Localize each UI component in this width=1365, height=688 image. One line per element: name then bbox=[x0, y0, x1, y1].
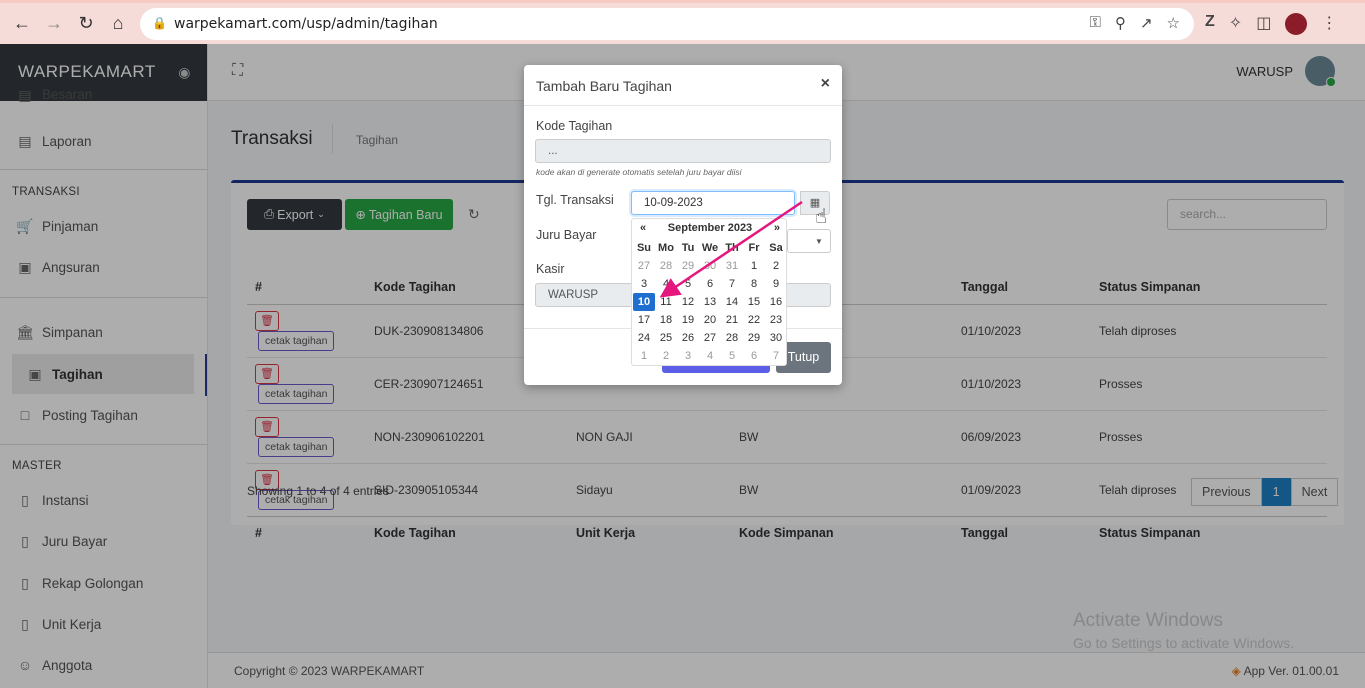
home-icon[interactable]: ⌂ bbox=[106, 11, 130, 35]
sidepanel-icon[interactable]: ◫ bbox=[1256, 13, 1271, 35]
close-icon[interactable]: × bbox=[821, 75, 830, 93]
calendar-day[interactable]: 1 bbox=[633, 347, 655, 365]
calendar-day[interactable]: 20 bbox=[699, 311, 721, 329]
kode-help-text: kode akan di generate otomatis setelah j… bbox=[536, 167, 742, 177]
kode-tagihan-input[interactable]: ... bbox=[535, 139, 831, 163]
calendar-day[interactable]: 5 bbox=[721, 347, 743, 365]
back-icon[interactable]: ← bbox=[10, 11, 34, 35]
calendar-day[interactable]: 28 bbox=[721, 329, 743, 347]
juru-bayar-label: Juru Bayar bbox=[536, 228, 597, 242]
calendar-day[interactable]: 29 bbox=[743, 329, 765, 347]
calendar-day[interactable]: 27 bbox=[699, 329, 721, 347]
url-text: warpekamart.com/usp/admin/tagihan bbox=[174, 16, 438, 32]
extension-z-icon[interactable]: Z bbox=[1205, 13, 1215, 35]
calendar-day[interactable]: 3 bbox=[677, 347, 699, 365]
kode-tagihan-label: Kode Tagihan bbox=[536, 119, 613, 133]
star-icon[interactable]: ☆ bbox=[1167, 14, 1180, 32]
calendar-day[interactable]: 23 bbox=[765, 311, 787, 329]
zoom-icon[interactable]: ⚲ bbox=[1115, 14, 1126, 32]
lock-icon: 🔒 bbox=[152, 16, 167, 30]
tgl-transaksi-label: Tgl. Transaksi bbox=[536, 193, 614, 207]
key-icon[interactable]: ⚿ bbox=[1090, 14, 1101, 32]
calendar-day[interactable]: 21 bbox=[721, 311, 743, 329]
calendar-day[interactable]: 27 bbox=[633, 257, 655, 275]
calendar-day[interactable]: 30 bbox=[765, 329, 787, 347]
calendar-day[interactable]: 19 bbox=[677, 311, 699, 329]
forward-icon[interactable]: → bbox=[42, 11, 66, 35]
reload-icon[interactable]: ↻ bbox=[74, 11, 98, 35]
calendar-day[interactable]: 18 bbox=[655, 311, 677, 329]
calendar-day[interactable]: 24 bbox=[633, 329, 655, 347]
menu-dots-icon[interactable]: ⋮ bbox=[1321, 13, 1337, 35]
browser-toolbar: ← → ↻ ⌂ 🔒 warpekamart.com/usp/admin/tagi… bbox=[0, 0, 1365, 44]
address-bar[interactable]: 🔒 warpekamart.com/usp/admin/tagihan ⚿ ⚲ … bbox=[140, 8, 1194, 40]
calendar-day[interactable]: 6 bbox=[743, 347, 765, 365]
selected-day[interactable]: 10 bbox=[633, 293, 655, 311]
calendar-day[interactable]: 4 bbox=[699, 347, 721, 365]
prev-month-button[interactable]: « bbox=[640, 222, 646, 234]
calendar-day[interactable]: 2 bbox=[655, 347, 677, 365]
puzzle-icon[interactable]: ✧ bbox=[1229, 13, 1242, 35]
calendar-day[interactable]: 22 bbox=[743, 311, 765, 329]
weekday-header: Su bbox=[636, 242, 652, 254]
hand-cursor-icon: ☝ bbox=[815, 206, 828, 228]
share-icon[interactable]: ↗ bbox=[1140, 14, 1153, 32]
calendar-day[interactable]: 17 bbox=[633, 311, 655, 329]
calendar-day[interactable]: 3 bbox=[633, 275, 655, 293]
calendar-day[interactable]: 25 bbox=[655, 329, 677, 347]
calendar-day[interactable]: 7 bbox=[765, 347, 787, 365]
annotation-arrow bbox=[660, 200, 803, 298]
chevron-down-icon: ▼ bbox=[815, 237, 823, 246]
profile-avatar[interactable] bbox=[1285, 13, 1308, 35]
kasir-label: Kasir bbox=[536, 262, 565, 276]
calendar-day[interactable]: 26 bbox=[677, 329, 699, 347]
modal-title: Tambah Baru Tagihan bbox=[536, 78, 672, 94]
